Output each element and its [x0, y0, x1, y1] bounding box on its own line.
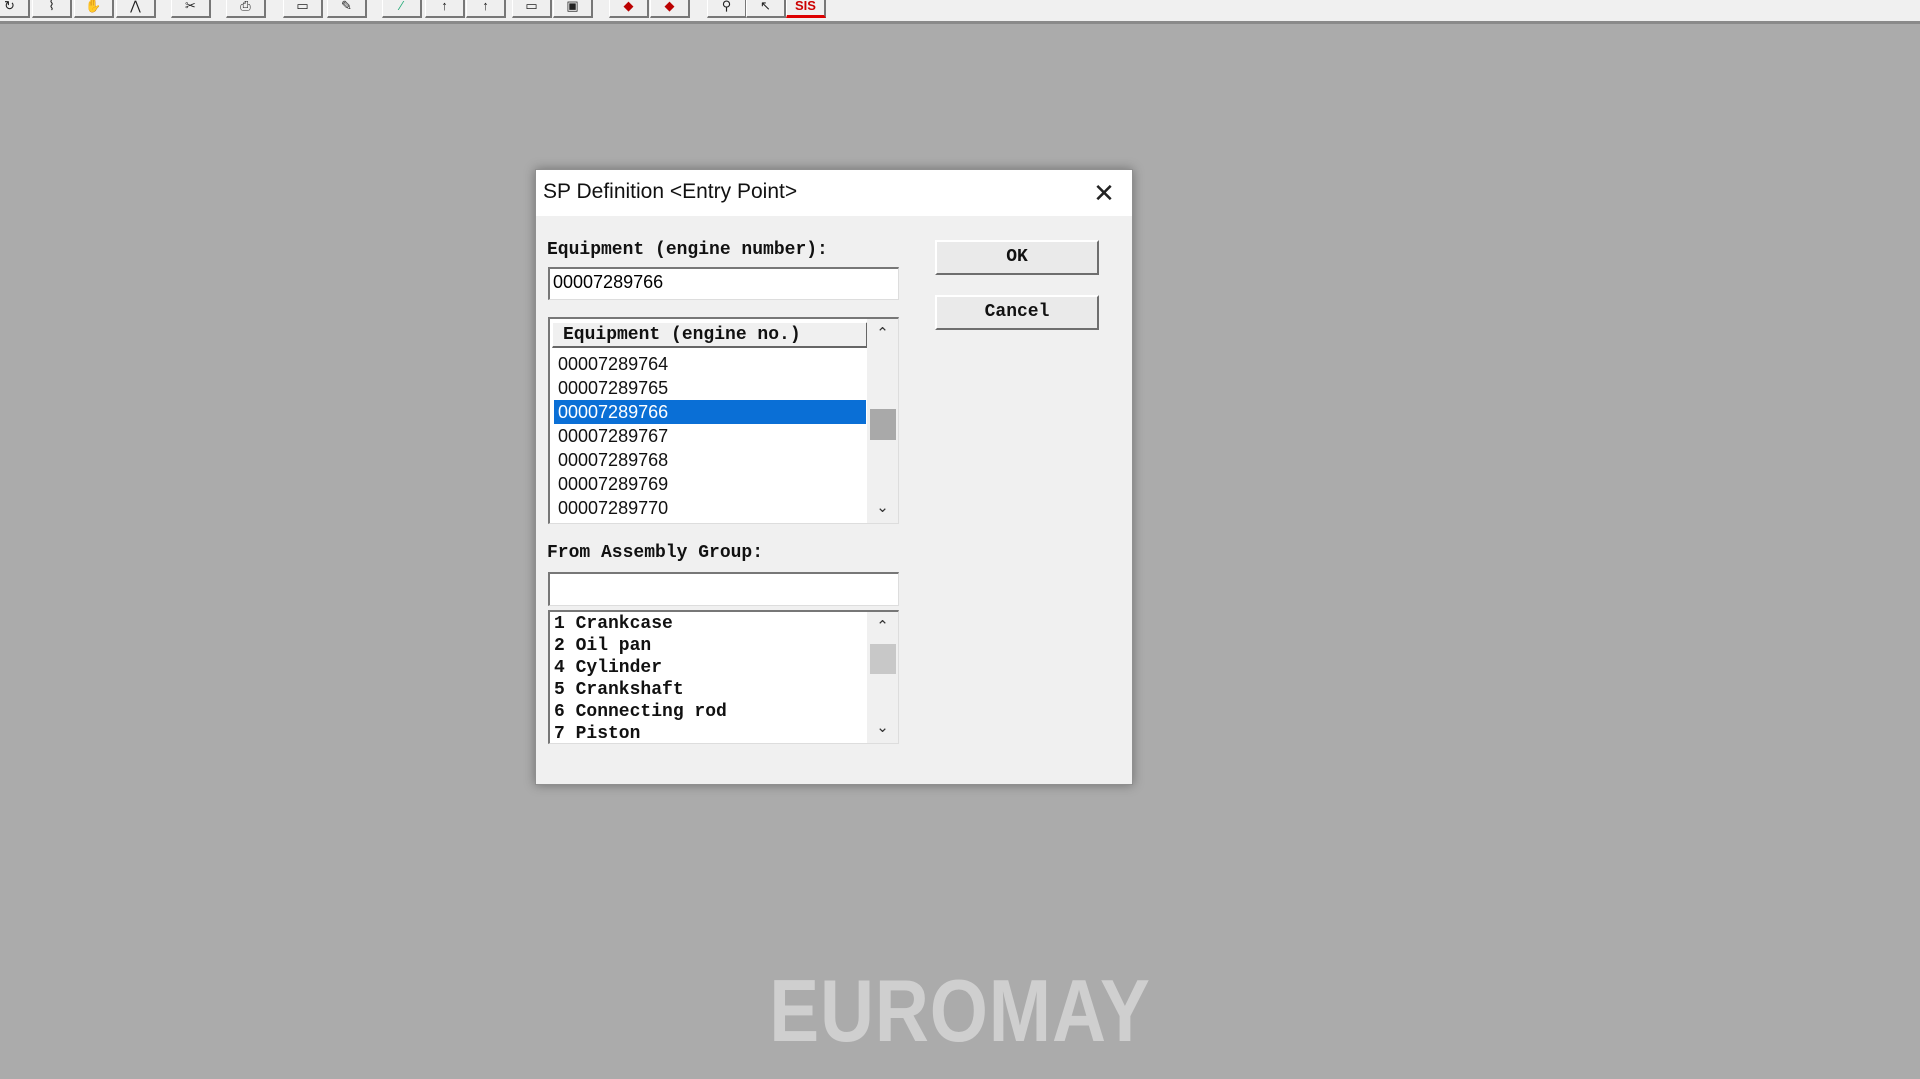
color-icon[interactable]: ⁄	[382, 0, 422, 18]
select2-icon[interactable]: ↑	[466, 0, 506, 18]
assembly-group-item[interactable]: 4 Cylinder	[554, 657, 662, 679]
equipment-list-item[interactable]: 00007289766	[554, 400, 866, 424]
assembly-scrollbar[interactable]: ⌃ ⌄	[867, 612, 898, 743]
sis-icon[interactable]: SIS	[786, 0, 826, 18]
window-icon[interactable]: ▭	[512, 0, 552, 18]
equipment-label: Equipment (engine number):	[547, 240, 828, 260]
toolbar: ↻ ⌇ ✋ ⋀ ✂ ⎙ ▭ ✎ ⁄ ↑ ↑ ▭ ▣ ◆ ◆ ⚲ ↖ SIS	[0, 0, 1920, 24]
print-icon[interactable]: ⎙	[226, 0, 266, 18]
ok-button[interactable]: OK	[935, 240, 1099, 275]
scroll-up-icon[interactable]: ⌃	[867, 321, 898, 347]
assembly-group-label: From Assembly Group:	[547, 543, 764, 563]
cancel-button[interactable]: Cancel	[935, 295, 1099, 330]
scrollbar-thumb[interactable]	[870, 409, 896, 440]
scroll-down-icon[interactable]: ⌄	[867, 495, 898, 521]
zoom-icon[interactable]: ⋀	[116, 0, 156, 18]
close-button[interactable]: ✕	[1086, 176, 1122, 210]
assembly-group-input[interactable]	[548, 572, 899, 606]
equipment-scrollbar[interactable]: ⌃ ⌄	[867, 319, 898, 523]
open-icon[interactable]: ↻	[0, 0, 30, 18]
sp-definition-dialog: SP Definition <Entry Point> ✕ Equipment …	[535, 169, 1133, 785]
assembly-group-item[interactable]: 7 Piston	[554, 723, 640, 743]
assembly-group-item[interactable]: 5 Crankshaft	[554, 679, 684, 701]
hand-icon[interactable]: ✋	[74, 0, 114, 18]
window2-icon[interactable]: ▣	[553, 0, 593, 18]
equipment-input[interactable]: 00007289766	[548, 267, 899, 300]
assembly-group-item[interactable]: 1 Crankcase	[554, 613, 673, 635]
assembly-group-item[interactable]: 2 Oil pan	[554, 635, 651, 657]
scroll-down-icon[interactable]: ⌄	[867, 715, 898, 741]
select-icon[interactable]: ↑	[425, 0, 465, 18]
equipment-list-item[interactable]: 00007289768	[554, 448, 866, 472]
equipment-list-item[interactable]: 00007289767	[554, 424, 866, 448]
equipment-list-item[interactable]: 00007289765	[554, 376, 866, 400]
equipment-list-item[interactable]: 00007289769	[554, 472, 866, 496]
assembly-group-item[interactable]: 6 Connecting rod	[554, 701, 727, 723]
watermark: EUROMAY	[769, 961, 1151, 1060]
scroll-up-icon[interactable]: ⌃	[867, 614, 898, 640]
measure-icon[interactable]: ↖	[746, 0, 786, 18]
title-bar: SP Definition <Entry Point> ✕	[536, 170, 1132, 216]
scrollbar-thumb[interactable]	[870, 644, 896, 674]
tool-icon[interactable]: ⚲	[707, 0, 747, 18]
frame-icon[interactable]: ▭	[283, 0, 323, 18]
equipment-list[interactable]: Equipment (engine no.) 00007289764 000072…	[548, 317, 899, 524]
equipment-list-item[interactable]: 00007289764	[554, 352, 866, 376]
assembly-group-list[interactable]: 1 Crankcase 2 Oil pan 4 Cylinder 5 Cranksha…	[548, 610, 899, 744]
equipment-list-item[interactable]: 00007289770	[554, 496, 866, 520]
forward-icon[interactable]: ◆	[650, 0, 690, 18]
equipment-column-header[interactable]: Equipment (engine no.)	[552, 322, 868, 348]
dialog-title: SP Definition <Entry Point>	[543, 180, 798, 203]
scissors-icon[interactable]: ✂	[171, 0, 211, 18]
edit-icon[interactable]: ✎	[327, 0, 367, 18]
pointer-icon[interactable]: ⌇	[32, 0, 72, 18]
back-icon[interactable]: ◆	[609, 0, 649, 18]
